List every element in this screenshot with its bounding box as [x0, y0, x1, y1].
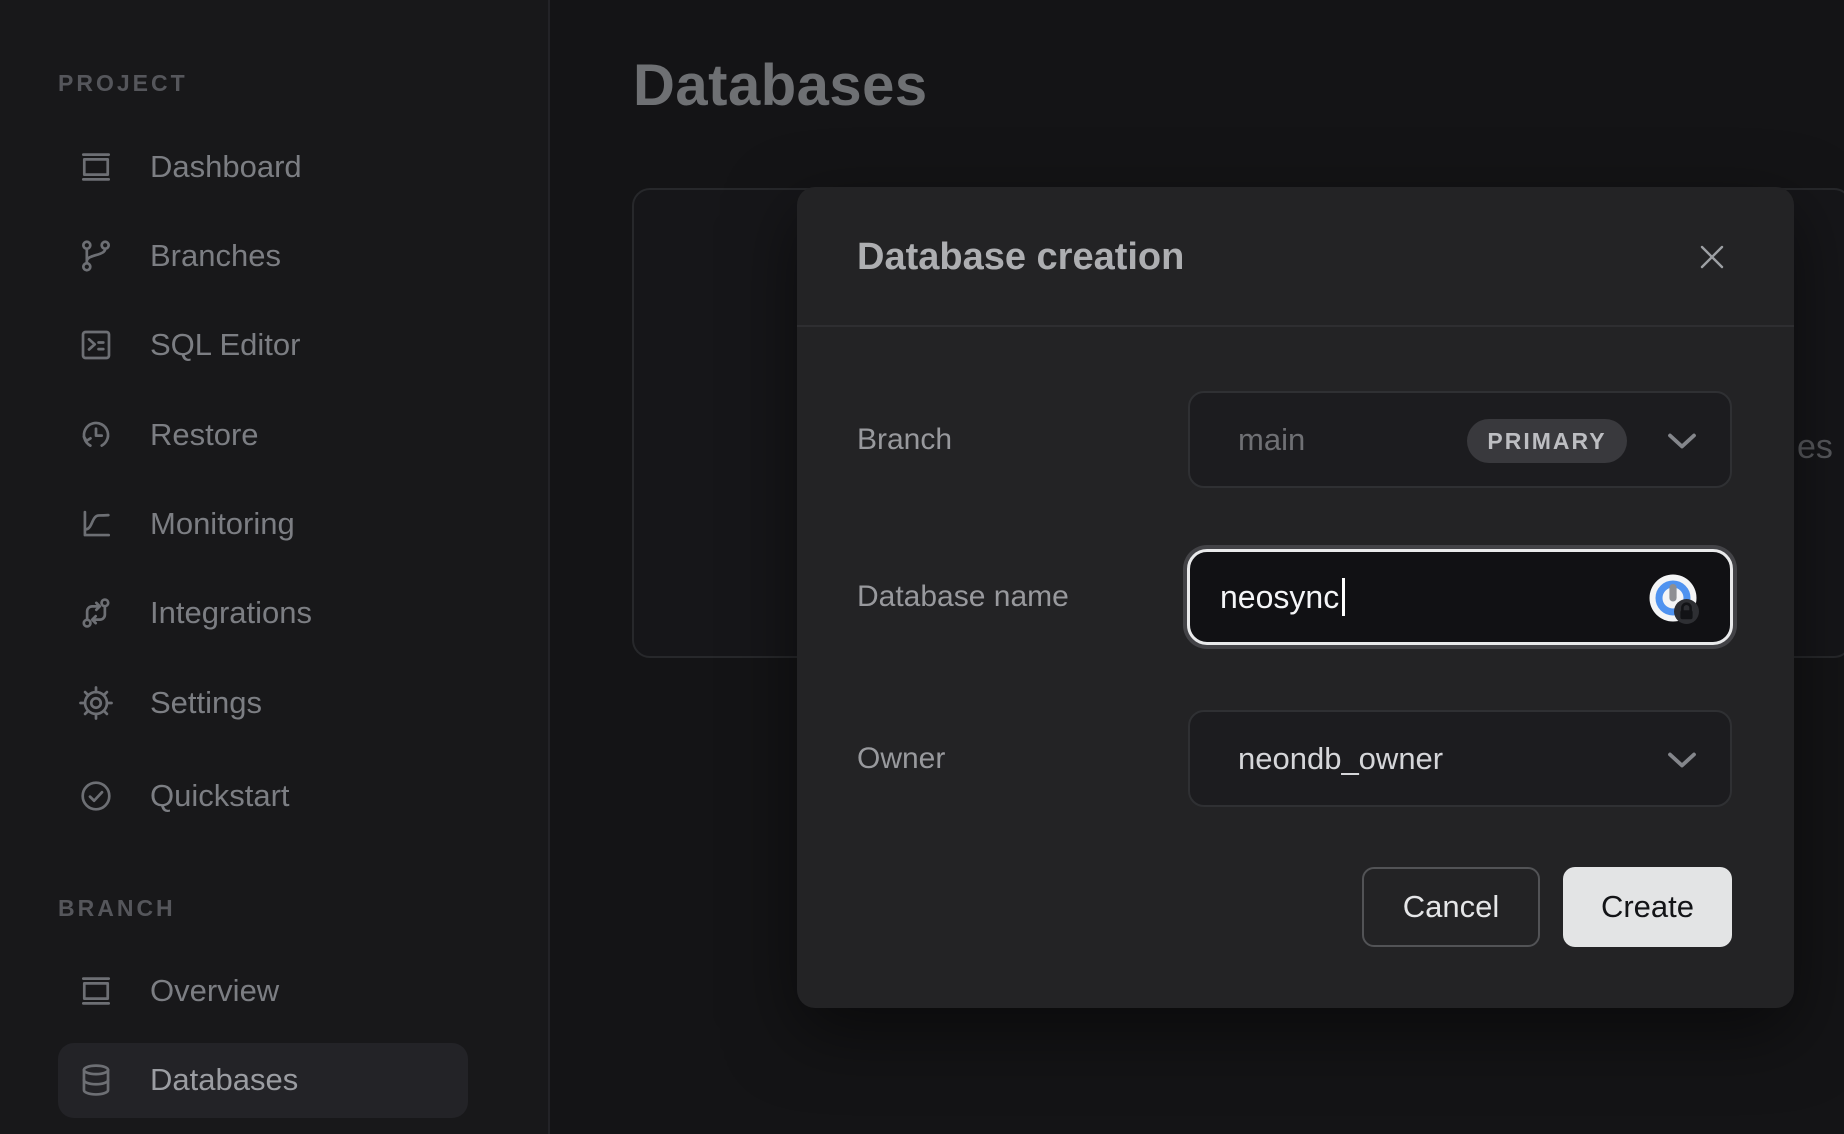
dashboard-icon	[76, 147, 116, 187]
sidebar-item-restore[interactable]: Restore	[58, 398, 468, 473]
sidebar-item-databases[interactable]: Databases	[58, 1043, 468, 1118]
branches-icon	[76, 236, 116, 276]
close-icon	[1695, 240, 1729, 277]
branch-label: Branch	[857, 391, 1187, 488]
branch-select[interactable]: main PRIMARY	[1188, 391, 1732, 488]
owner-label: Owner	[857, 710, 1187, 807]
modal-title: Database creation	[857, 187, 1184, 327]
sidebar-section-branch: BRANCH	[58, 895, 176, 922]
database-name-input[interactable]: neosync	[1187, 549, 1733, 645]
databases-icon	[76, 1060, 116, 1100]
close-button[interactable]	[1688, 234, 1736, 282]
sidebar-item-sql-editor[interactable]: SQL Editor	[58, 308, 468, 383]
chevron-down-icon	[1667, 751, 1697, 769]
sidebar-item-label: Overview	[150, 973, 279, 1009]
chevron-down-icon	[1667, 432, 1697, 450]
sidebar-item-settings[interactable]: Settings	[58, 666, 468, 741]
sidebar: PROJECT Dashboard Branches SQL Editor Restor…	[0, 0, 550, 1134]
sidebar-item-label: Restore	[150, 417, 259, 453]
neon-console-screen: PROJECTDashboardBranchesSQL EditorRestor…	[0, 0, 1844, 1134]
quickstart-icon	[76, 776, 116, 816]
sidebar-item-overview[interactable]: Overview	[58, 954, 468, 1029]
settings-icon	[76, 683, 116, 723]
overview-icon	[76, 971, 116, 1011]
database-name-value: neosync	[1220, 579, 1339, 616]
page-title: Databases	[633, 52, 928, 119]
create-button[interactable]: Create	[1563, 867, 1732, 947]
sidebar-item-branches[interactable]: Branches	[58, 219, 468, 294]
modal-header: Database creation	[797, 187, 1794, 327]
sidebar-item-label: Integrations	[150, 595, 312, 631]
monitoring-icon	[76, 504, 116, 544]
integrations-icon	[76, 593, 116, 633]
sidebar-item-label: SQL Editor	[150, 327, 300, 363]
sql-editor-icon	[76, 325, 116, 365]
sidebar-item-label: Quickstart	[150, 778, 290, 814]
database-name-label: Database name	[857, 549, 1187, 645]
primary-badge: PRIMARY	[1467, 419, 1627, 463]
sidebar-item-label: Branches	[150, 238, 281, 274]
database-creation-modal: Database creation Branch main PRIMARY Da…	[797, 187, 1794, 1008]
sidebar-section-project: PROJECT	[58, 70, 188, 97]
sidebar-item-label: Databases	[150, 1062, 298, 1098]
sidebar-item-label: Monitoring	[150, 506, 295, 542]
sidebar-item-integrations[interactable]: Integrations	[58, 576, 468, 651]
onepassword-icon[interactable]	[1647, 572, 1703, 628]
restore-icon	[76, 415, 116, 455]
owner-select[interactable]: neondb_owner	[1188, 710, 1732, 807]
owner-select-value: neondb_owner	[1238, 741, 1443, 777]
cancel-button[interactable]: Cancel	[1362, 867, 1540, 947]
sidebar-item-quickstart[interactable]: Quickstart	[58, 759, 468, 834]
clipped-card-text: es	[1797, 428, 1833, 467]
sidebar-item-monitoring[interactable]: Monitoring	[58, 487, 468, 562]
branch-select-value: main	[1238, 422, 1305, 458]
sidebar-item-label: Settings	[150, 685, 262, 721]
sidebar-item-label: Dashboard	[150, 149, 302, 185]
text-caret	[1342, 578, 1345, 616]
sidebar-item-dashboard[interactable]: Dashboard	[58, 130, 468, 205]
